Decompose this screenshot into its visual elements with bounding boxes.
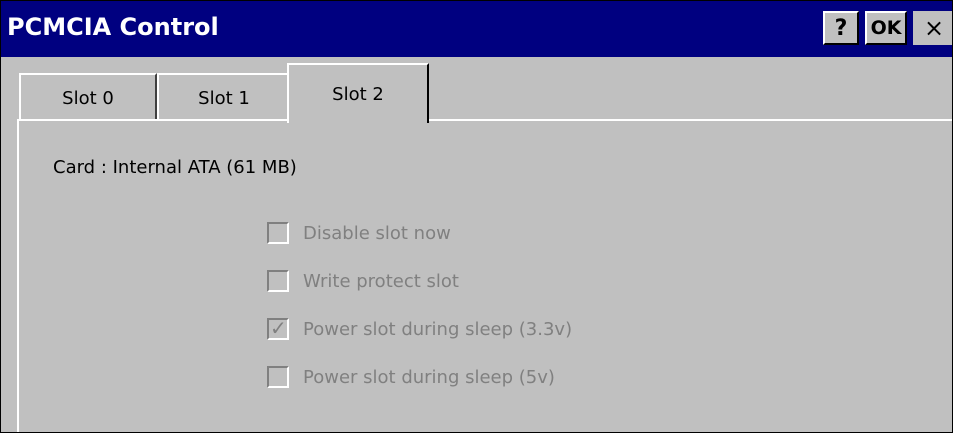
option-disable-slot[interactable]: Disable slot now	[267, 219, 451, 247]
ok-button[interactable]: OK	[865, 11, 907, 45]
disable-slot-label: Disable slot now	[303, 222, 451, 244]
close-button[interactable]: ×	[913, 11, 952, 45]
tab-slot-0[interactable]: Slot 0	[19, 73, 157, 121]
check-icon: ✓	[270, 316, 287, 340]
power-sleep-3v3-checkbox[interactable]: ✓	[267, 316, 289, 340]
card-info: Card : Internal ATA (61 MB)	[53, 157, 297, 178]
power-sleep-5v-label: Power slot during sleep (5v)	[303, 366, 555, 388]
slot-panel: Card : Internal ATA (61 MB) Disable slot…	[17, 119, 952, 432]
power-sleep-3v3-label: Power slot during sleep (3.3v)	[303, 318, 573, 340]
tab-slot-1[interactable]: Slot 1	[157, 73, 291, 121]
title-bar: PCMCIA Control ? OK ×	[1, 1, 952, 57]
help-button[interactable]: ?	[823, 11, 859, 45]
option-power-sleep-3v3[interactable]: ✓ Power slot during sleep (3.3v)	[267, 315, 572, 343]
tab-strip: Slot 0 Slot 1 Slot 2	[1, 57, 952, 123]
close-icon: ×	[923, 14, 945, 42]
option-write-protect[interactable]: Write protect slot	[267, 267, 459, 295]
window-title: PCMCIA Control	[7, 13, 219, 41]
tab-slot-2[interactable]: Slot 2	[287, 63, 429, 123]
write-protect-checkbox[interactable]	[267, 270, 289, 292]
option-power-sleep-5v[interactable]: Power slot during sleep (5v)	[267, 363, 555, 391]
write-protect-label: Write protect slot	[303, 270, 459, 292]
disable-slot-checkbox[interactable]	[267, 222, 289, 244]
power-sleep-5v-checkbox[interactable]	[267, 366, 289, 388]
pcmcia-control-window: PCMCIA Control ? OK × Slot 0 Slot 1 Slot…	[0, 0, 953, 433]
